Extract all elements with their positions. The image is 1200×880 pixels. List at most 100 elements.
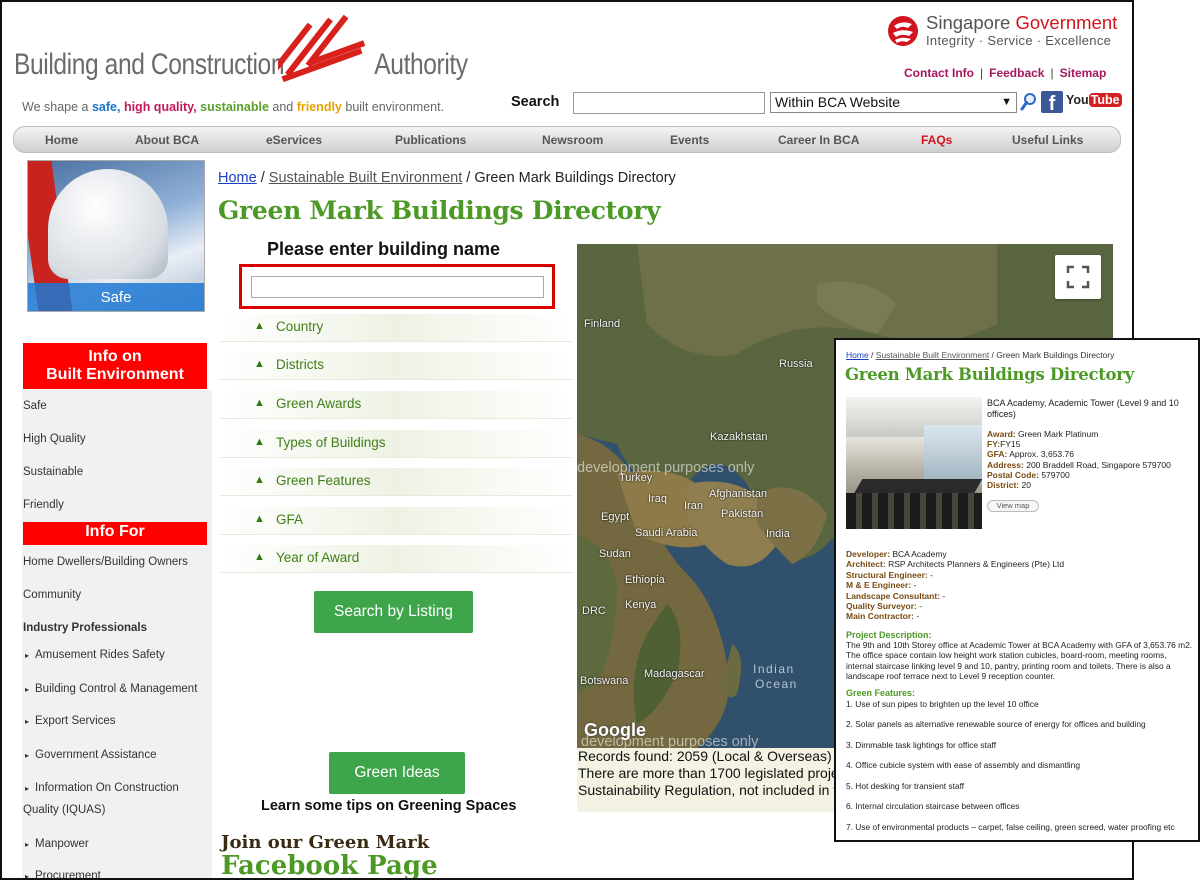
- nav-career[interactable]: Career In BCA: [778, 133, 859, 147]
- sidebar-item-sustainable[interactable]: Sustainable: [23, 466, 83, 478]
- photo-chairs: [846, 493, 982, 529]
- sidebar-sub-gov-assistance[interactable]: ▸ Government Assistance: [23, 749, 156, 761]
- sidebar-item-community[interactable]: Community: [23, 589, 81, 601]
- dropdown-arrow-icon: ▼: [1001, 96, 1012, 108]
- bullet-icon: ▸: [25, 685, 30, 694]
- facebook-icon[interactable]: f: [1041, 91, 1063, 113]
- tagline: We shape a safe, high quality, sustainab…: [22, 100, 444, 114]
- district-label: District:: [987, 480, 1020, 491]
- contractor-value: -: [916, 611, 920, 622]
- search-input[interactable]: [573, 92, 765, 114]
- description-heading: Project Description:: [846, 630, 932, 640]
- building-name: BCA Academy, Academic Tower (Level 9 and…: [987, 398, 1179, 419]
- nav-publications[interactable]: Publications: [395, 133, 466, 147]
- breadcrumb-current: Green Mark Buildings Directory: [474, 170, 676, 186]
- sidebar-sub-amusement[interactable]: ▸ Amusement Rides Safety: [23, 649, 165, 661]
- green-ideas-button[interactable]: Green Ideas: [329, 752, 465, 794]
- sidebar-item-high-quality[interactable]: High Quality: [23, 433, 86, 445]
- filter-label: Green Features: [276, 473, 371, 488]
- sidebar-item-industry-professionals[interactable]: Industry Professionals: [23, 622, 147, 634]
- map-label-russia: Russia: [779, 358, 813, 370]
- feedback-link[interactable]: Feedback: [989, 66, 1044, 80]
- map-watermark: development purposes only: [577, 460, 755, 476]
- filter-label: Green Awards: [276, 396, 362, 411]
- facebook-page-heading[interactable]: Facebook Page: [221, 851, 438, 878]
- google-logo[interactable]: Google: [584, 720, 646, 741]
- tagline-safe: safe,: [91, 100, 121, 114]
- nav-about-bca[interactable]: About BCA: [135, 133, 199, 147]
- facebook-join-heading[interactable]: Join our Green Mark: [221, 832, 429, 853]
- map-label-drc: DRC: [582, 605, 606, 617]
- nav-faqs[interactable]: FAQs: [921, 133, 952, 147]
- award-value: Green Mark Platinum: [1018, 429, 1099, 439]
- sidebar-item-safe[interactable]: Safe: [23, 400, 47, 412]
- sub-label: Government Assistance: [35, 749, 157, 761]
- filter-green-features[interactable]: ▲ Green Features: [220, 468, 572, 496]
- breadcrumb-home[interactable]: Home: [218, 170, 257, 186]
- sidebar-sub-export[interactable]: ▸ Export Services: [23, 715, 116, 727]
- breadcrumb-sep: /: [466, 170, 471, 186]
- filter-country[interactable]: ▲ Country: [220, 314, 572, 342]
- bullet-icon: ▸: [25, 872, 30, 880]
- postal-label: Postal Code:: [987, 469, 1039, 480]
- detail-breadcrumb-home[interactable]: Home: [846, 350, 869, 360]
- sidebar-sub-building-control[interactable]: ▸ Building Control & Management: [23, 683, 197, 695]
- filter-building-types[interactable]: ▲ Types of Buildings: [220, 430, 572, 458]
- bullet-icon: ▸: [25, 840, 30, 849]
- expand-arrow-icon: ▲: [254, 436, 265, 448]
- search-icon[interactable]: [1020, 92, 1038, 112]
- expand-arrow-icon: ▲: [254, 320, 265, 332]
- sidebar-sub-procurement[interactable]: ▸ Procurement: [23, 870, 101, 880]
- view-map-button[interactable]: View map: [987, 500, 1039, 512]
- filter-districts[interactable]: ▲ Districts: [220, 352, 572, 380]
- sidebar-item-home-dwellers[interactable]: Home Dwellers/Building Owners: [23, 556, 188, 568]
- search-scope-select[interactable]: Within BCA Website ▼: [770, 92, 1017, 113]
- nav-useful-links[interactable]: Useful Links: [1012, 133, 1083, 147]
- sitemap-link[interactable]: Sitemap: [1060, 66, 1107, 80]
- developer-value: BCA Academy: [892, 549, 947, 559]
- contact-info-link[interactable]: Contact Info: [904, 66, 974, 80]
- filter-label: Year of Award: [276, 550, 360, 565]
- filter-gfa[interactable]: ▲ GFA: [220, 507, 572, 535]
- nav-eservices[interactable]: eServices: [266, 133, 322, 147]
- map-label-finland: Finland: [584, 318, 621, 330]
- green-feature-item: 3. Dimmable task lightings for office st…: [846, 740, 997, 750]
- fullscreen-button[interactable]: [1055, 255, 1101, 299]
- landscape-label: Landscape Consultant:: [846, 590, 940, 601]
- structural-value: -: [930, 569, 933, 580]
- records-line-2: There are more than 1700 legislated proj…: [578, 765, 837, 781]
- nav-events[interactable]: Events: [670, 133, 709, 147]
- sidebar-item-friendly[interactable]: Friendly: [23, 499, 64, 511]
- filter-green-awards[interactable]: ▲ Green Awards: [220, 391, 572, 419]
- green-feature-item: 4. Office cubicle system with ease of as…: [846, 760, 1080, 770]
- nav-home[interactable]: Home: [45, 133, 78, 147]
- filter-year-of-award[interactable]: ▲ Year of Award: [220, 545, 572, 573]
- expand-arrow-icon: ▲: [254, 474, 265, 486]
- bca-logo-wordmark[interactable]: Building and Construction Authority: [14, 48, 468, 82]
- map-label-ethiopia: Ethiopia: [625, 574, 665, 586]
- detail-breadcrumb-section[interactable]: Sustainable Built Environment: [876, 350, 989, 360]
- qs-value: -: [919, 601, 923, 612]
- records-line-1: Records found: 2059 (Local & Overseas): [578, 748, 832, 764]
- map-label-kenya: Kenya: [625, 599, 657, 611]
- singapore-government-logo[interactable]: Singapore Government Integrity · Service…: [886, 12, 1126, 52]
- map-label-sudan: Sudan: [599, 548, 631, 560]
- sidebar-sub-iquas-cont[interactable]: Quality (IQUAS): [23, 804, 105, 816]
- nav-newsroom[interactable]: Newsroom: [542, 133, 603, 147]
- search-by-listing-button[interactable]: Search by Listing: [314, 591, 473, 633]
- sidebar-sub-iquas[interactable]: ▸ Information On Construction: [23, 782, 179, 794]
- building-photo: [846, 397, 982, 529]
- me-value: -: [913, 580, 917, 591]
- map-label-iran: Iran: [684, 500, 703, 512]
- info-on-heading-line-2: Built Environment: [46, 366, 184, 383]
- building-name-input[interactable]: [251, 276, 544, 298]
- logo-text-left: Building and Construction: [14, 48, 285, 81]
- filter-label: Districts: [276, 357, 324, 372]
- architect-label: Architect:: [846, 559, 886, 570]
- photo-window: [924, 425, 982, 485]
- safe-banner[interactable]: Safe: [27, 160, 205, 312]
- sidebar-sub-manpower[interactable]: ▸ Manpower: [23, 838, 89, 850]
- map-label-indian-ocean-1: Indian: [753, 662, 795, 676]
- youtube-icon[interactable]: You Tube: [1066, 93, 1122, 111]
- breadcrumb-section[interactable]: Sustainable Built Environment: [269, 170, 462, 186]
